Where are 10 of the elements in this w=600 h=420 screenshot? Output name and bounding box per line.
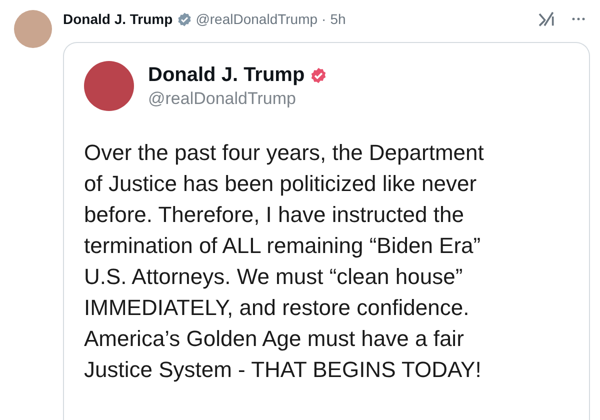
author-name[interactable]: Donald J. Trump bbox=[63, 11, 173, 27]
author-handle[interactable]: @realDonaldTrump bbox=[196, 11, 318, 27]
author-name: Donald J. Trump bbox=[148, 64, 305, 86]
post-time[interactable]: 5h bbox=[330, 11, 346, 27]
avatar-circle bbox=[84, 61, 134, 111]
separator-dot: · bbox=[322, 11, 326, 27]
slash-logo-icon[interactable] bbox=[537, 9, 557, 29]
post-text: Over the past four years, the Department of Justice has been politicized like never before. Therefore, I have instructed the termination of ALL remaining “Biden Era” U.S. Attorneys. We must “clean house” IMMEDIATELY, and restore confidence. America’s Golden Age must have a fair Justice System - THAT BEGINS TODAY! bbox=[84, 139, 485, 384]
author-handle: @realDonaldTrump bbox=[148, 88, 297, 108]
more-icon[interactable] bbox=[571, 16, 586, 22]
